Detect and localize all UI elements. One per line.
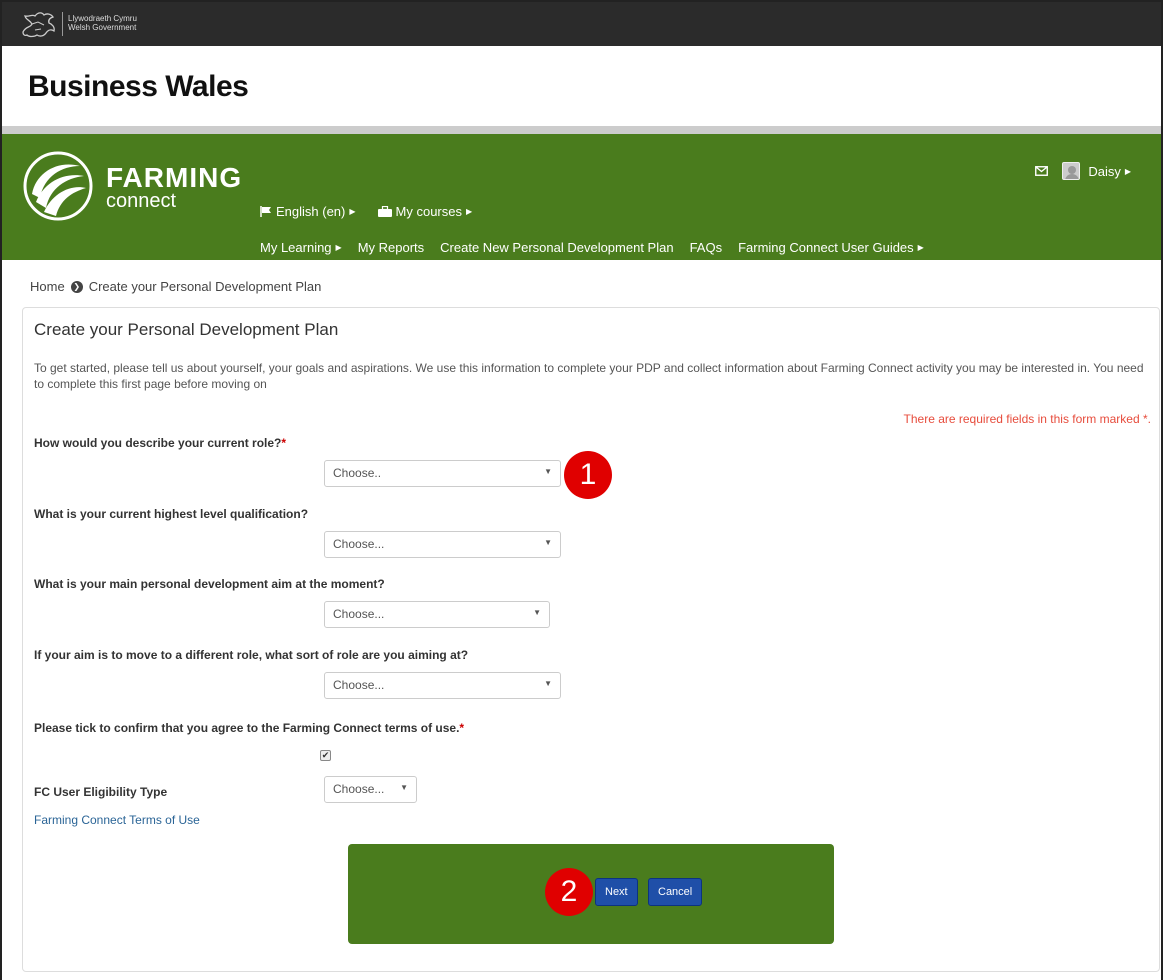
- annotation-marker-2: 2: [545, 868, 593, 916]
- caret-down-icon: ▼: [544, 679, 552, 688]
- flag-icon: [260, 206, 271, 217]
- caret-down-icon: ▼: [400, 783, 408, 792]
- welsh-dragon-logo: [22, 12, 55, 38]
- qualification-select[interactable]: Choose... ▼: [324, 531, 561, 558]
- nav-item-label: Create New Personal Development Plan: [440, 240, 674, 255]
- next-button[interactable]: Next: [595, 878, 638, 906]
- target-role-select[interactable]: Choose... ▼: [324, 672, 561, 699]
- avatar: [1062, 162, 1081, 180]
- breadcrumb-home[interactable]: Home: [30, 279, 65, 294]
- eligibility-type-value: Choose...: [333, 782, 385, 796]
- development-aim-value: Choose...: [333, 607, 385, 621]
- qualification-value: Choose...: [333, 537, 385, 551]
- required-star: *: [459, 721, 465, 735]
- q6-label: FC User Eligibility Type: [34, 785, 168, 799]
- required-star: *: [281, 436, 287, 450]
- cancel-button[interactable]: Cancel: [648, 878, 703, 906]
- q4-label: If your aim is to move to a different ro…: [34, 648, 469, 662]
- annotation-marker-1: 1: [564, 451, 612, 499]
- site-header: Business Wales: [2, 46, 1161, 126]
- header-divider: [2, 126, 1161, 134]
- caret-right-icon: ▶: [917, 243, 924, 252]
- form-intro: To get started, please tell us about you…: [34, 361, 1144, 391]
- eligibility-type-select[interactable]: Choose... ▼: [324, 776, 417, 803]
- farming-connect-logo-icon[interactable]: [22, 150, 94, 222]
- nav-item-label: My Learning: [260, 240, 332, 255]
- nav-item-create-pdp[interactable]: Create New Personal Development Plan: [440, 240, 673, 255]
- current-role-select[interactable]: Choose.. ▼: [324, 460, 561, 487]
- gov-divider: [62, 12, 63, 36]
- terms-checkbox[interactable]: ✔: [320, 750, 331, 761]
- nav-item-label: Farming Connect User Guides: [738, 240, 914, 255]
- breadcrumb: Home ❯ Create your Personal Development …: [30, 279, 321, 294]
- brand-name-small: connect: [106, 190, 177, 212]
- language-menu[interactable]: English (en) ▶: [260, 204, 356, 219]
- user-name: Daisy: [1088, 163, 1121, 179]
- language-label: English (en): [276, 204, 346, 219]
- page-title: Create your Personal Development Plan: [34, 320, 339, 339]
- chevron-right-circle-icon: ❯: [70, 280, 83, 293]
- nav-item-my-learning[interactable]: My Learning ▶: [260, 240, 342, 255]
- nav-row-primary: English (en) ▶ My courses ▶: [260, 204, 472, 219]
- caret-down-icon: ▼: [533, 608, 541, 617]
- gov-text-welsh: Llywodraeth Cymru: [68, 14, 137, 23]
- caret-down-icon: ▼: [544, 467, 552, 476]
- envelope-icon[interactable]: [1035, 166, 1049, 176]
- caret-down-icon: ▼: [544, 538, 552, 547]
- caret-right-icon: ▶: [349, 207, 356, 216]
- q3-label: What is your main personal development a…: [34, 577, 385, 591]
- nav-item-my-reports[interactable]: My Reports: [358, 240, 424, 255]
- caret-right-icon: ▶: [1124, 166, 1131, 176]
- required-note: There are required fields in this form m…: [903, 412, 1151, 426]
- site-title[interactable]: Business Wales: [28, 70, 249, 104]
- target-role-value: Choose...: [333, 678, 385, 692]
- caret-right-icon: ▶: [466, 207, 473, 216]
- q1-label-text: How would you describe your current role…: [34, 436, 282, 450]
- brand-name[interactable]: FARMING connect: [106, 162, 243, 212]
- nav-item-faqs[interactable]: FAQs: [690, 240, 723, 255]
- q5-label-text: Please tick to confirm that you agree to…: [34, 721, 460, 735]
- terms-of-use-link[interactable]: Farming Connect Terms of Use: [34, 813, 200, 827]
- gov-text-english: Welsh Government: [68, 23, 137, 32]
- my-courses-label: My courses: [395, 204, 462, 219]
- q2-label: What is your current highest level quali…: [34, 507, 309, 521]
- nav-item-label: FAQs: [689, 240, 723, 255]
- required-note-text: There are required fields in this form m…: [903, 412, 1140, 426]
- main-nav: FARMING connect English (en) ▶ My course…: [2, 134, 1161, 260]
- user-menu[interactable]: Daisy ▶: [1062, 162, 1131, 180]
- breadcrumb-current: Create your Personal Development Plan: [88, 279, 322, 294]
- required-note-star: *: [1142, 412, 1148, 426]
- brand-name-big: FARMING: [106, 162, 243, 193]
- my-courses-menu[interactable]: My courses ▶: [377, 204, 473, 219]
- nav-row-secondary: My Learning ▶ My Reports Create New Pers…: [260, 240, 924, 255]
- nav-item-user-guides[interactable]: Farming Connect User Guides ▶: [738, 240, 924, 255]
- nav-item-label: My Reports: [357, 240, 425, 255]
- pdp-form-card: Create your Personal Development Plan To…: [22, 307, 1160, 972]
- caret-right-icon: ▶: [335, 243, 342, 252]
- user-area: Daisy ▶: [1035, 162, 1131, 180]
- gov-bar: Llywodraeth Cymru Welsh Government: [2, 2, 1161, 46]
- gov-text: Llywodraeth Cymru Welsh Government: [68, 14, 137, 32]
- q5-label: Please tick to confirm that you agree to…: [34, 721, 464, 735]
- q1-label: How would you describe your current role…: [34, 436, 286, 450]
- briefcase-icon: [377, 206, 392, 217]
- development-aim-select[interactable]: Choose... ▼: [324, 601, 550, 628]
- current-role-value: Choose..: [333, 466, 382, 480]
